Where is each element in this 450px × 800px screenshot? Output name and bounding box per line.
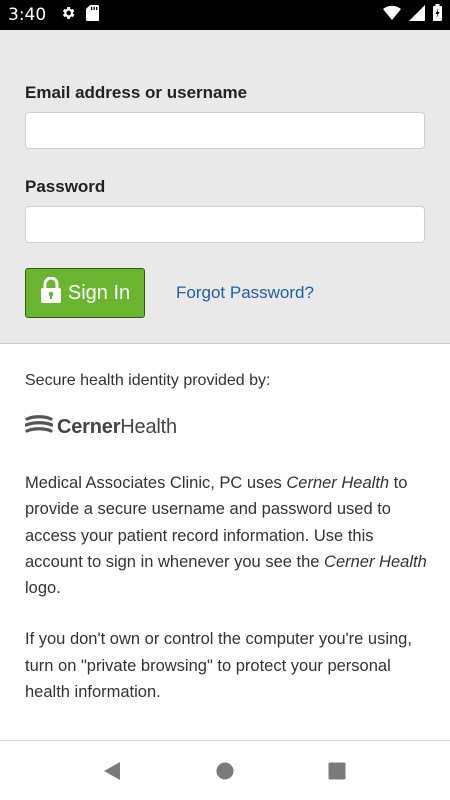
forgot-password-link[interactable]: Forgot Password? — [176, 283, 314, 303]
identity-provider-heading: Secure health identity provided by: — [25, 372, 271, 389]
status-bar: 3:40 — [0, 0, 450, 30]
para1-brand-a: Cerner Health — [286, 474, 390, 492]
cerner-health-logo: CernerHealth — [24, 412, 430, 442]
status-right-icons — [383, 4, 442, 26]
info-paragraph-1: Medical Associates Clinic, PC uses Cerne… — [25, 470, 430, 601]
recents-icon[interactable] — [325, 759, 349, 783]
sign-in-label: Sign In — [67, 281, 131, 304]
cerner-logo-icon — [24, 413, 54, 442]
battery-icon — [433, 4, 442, 26]
password-label: Password — [25, 177, 106, 196]
email-label: Email address or username — [25, 83, 248, 102]
wifi-icon — [383, 5, 401, 25]
back-icon[interactable] — [100, 759, 124, 783]
cellular-signal-icon — [409, 4, 425, 26]
password-field[interactable] — [25, 206, 425, 243]
home-icon[interactable] — [213, 759, 237, 783]
cerner-logo-text: CernerHealth — [57, 415, 177, 438]
para1-text-c: logo. — [25, 579, 61, 598]
para1-brand-b: Cerner Health — [324, 552, 427, 571]
sd-card-icon — [86, 4, 100, 26]
login-panel: Email address or username Password Sign … — [0, 30, 450, 344]
para1-text-a: Medical Associates Clinic, PC uses — [25, 474, 287, 492]
status-time: 3:40 — [8, 5, 47, 25]
lock-icon — [40, 276, 62, 309]
info-section: Secure health identity provided by: Cern… — [24, 372, 430, 705]
status-left-icons — [60, 4, 100, 26]
sign-in-button[interactable]: Sign In — [25, 268, 145, 318]
email-field[interactable] — [25, 112, 425, 149]
info-paragraph-2: If you don't own or control the computer… — [25, 630, 412, 702]
gear-icon — [60, 5, 76, 26]
navigation-bar — [0, 740, 450, 800]
